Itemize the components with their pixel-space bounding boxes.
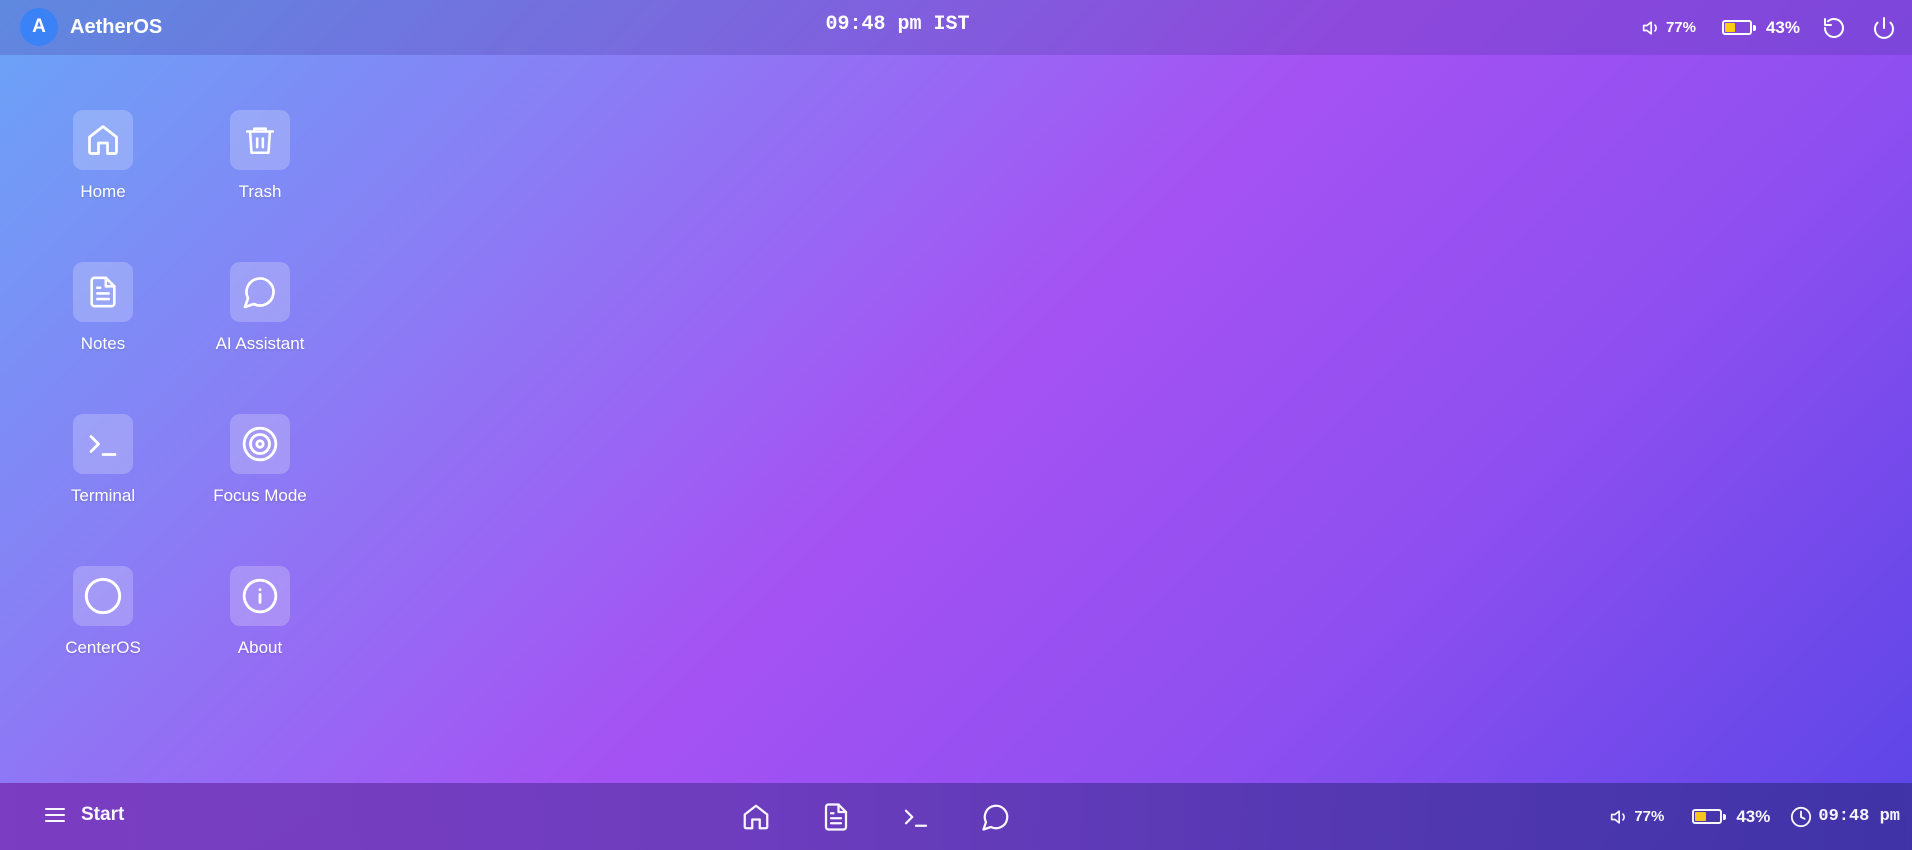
volume-value: 77% <box>1665 19 1696 36</box>
app-tile <box>73 414 133 474</box>
volume-value: 77% <box>1634 808 1665 825</box>
clock-value: 09:48 pm <box>1818 807 1900 826</box>
circle-icon <box>84 577 122 615</box>
desktop-app-about[interactable]: About <box>185 566 335 686</box>
desktop-app-centeros[interactable]: CenterOS <box>28 566 178 686</box>
chat-bubble-icon <box>243 277 275 309</box>
battery-fill <box>1724 23 1736 32</box>
desktop-app-home[interactable]: Home <box>28 110 178 230</box>
start-button[interactable]: Start <box>43 803 124 827</box>
start-label: Start <box>81 804 125 825</box>
app-tile <box>230 566 290 626</box>
desktop: Home Trash Notes AI Assistant Terminal F… <box>0 55 1912 783</box>
top-tray: 77% 43% <box>1642 0 1912 55</box>
app-label: Terminal <box>70 486 136 505</box>
app-label: CenterOS <box>65 638 141 657</box>
battery-value: 43% <box>1736 806 1771 826</box>
desktop-app-notes[interactable]: Notes <box>28 262 178 382</box>
taskbar: Start 77% 43% 09:48 pm <box>0 783 1912 850</box>
app-label: About <box>237 638 283 657</box>
volume-icon <box>1642 18 1662 38</box>
app-label: Home <box>80 182 126 201</box>
app-tile <box>73 566 133 626</box>
app-tile <box>73 110 133 170</box>
taskbar-terminal-button[interactable] <box>898 799 934 835</box>
app-label: AI Assistant <box>215 334 305 353</box>
restart-icon <box>1824 17 1844 38</box>
battery-icon <box>1721 20 1756 35</box>
target-icon <box>242 426 278 462</box>
home-icon <box>88 125 118 155</box>
notes-icon <box>824 803 848 831</box>
clock-icon <box>1791 806 1812 827</box>
terminal-icon <box>904 809 928 827</box>
app-label: Focus Mode <box>213 486 307 505</box>
taskbar-clock[interactable]: 09:48 pm <box>1790 806 1900 828</box>
battery-icon <box>1692 809 1727 824</box>
taskbar-home-button[interactable] <box>738 799 774 835</box>
taskbar-battery-indicator[interactable]: 43% <box>1692 807 1770 827</box>
app-tile <box>73 262 133 322</box>
battery-value: 43% <box>1765 17 1800 37</box>
pinned-apps <box>738 799 1058 835</box>
taskbar-tray: 77% 43% 09:48 pm <box>1610 783 1900 850</box>
taskbar-notes-button[interactable] <box>818 799 854 835</box>
app-label: Notes <box>80 334 126 353</box>
app-tile <box>230 262 290 322</box>
power-button[interactable] <box>1870 14 1898 42</box>
info-icon <box>242 578 278 614</box>
battery-indicator[interactable]: 43% <box>1721 17 1800 38</box>
taskbar-ai-assistant-button[interactable] <box>978 799 1014 835</box>
app-tile <box>230 110 290 170</box>
trash-icon <box>245 127 275 155</box>
taskbar-volume-indicator[interactable]: 77% <box>1610 807 1664 827</box>
home-icon <box>743 804 769 830</box>
restart-button[interactable] <box>1820 14 1848 42</box>
volume-icon <box>1610 807 1630 827</box>
notes-icon <box>90 276 116 308</box>
chat-bubble-icon <box>982 804 1009 831</box>
app-tile <box>230 414 290 474</box>
battery-fill <box>1695 812 1706 821</box>
desktop-app-focus-mode[interactable]: Focus Mode <box>185 414 335 534</box>
top-bar: A AetherOS 09:48 pm IST 77% 43% <box>0 0 1912 55</box>
desktop-app-ai-assistant[interactable]: AI Assistant <box>185 262 335 382</box>
terminal-icon <box>89 435 117 456</box>
power-icon <box>1874 16 1894 39</box>
desktop-app-terminal[interactable]: Terminal <box>28 414 178 534</box>
top-clock: 09:48 pm IST <box>825 13 970 36</box>
app-label: Trash <box>238 182 282 201</box>
desktop-app-trash[interactable]: Trash <box>185 110 335 230</box>
menu-icon <box>45 808 65 822</box>
volume-indicator[interactable]: 77% <box>1642 18 1696 38</box>
